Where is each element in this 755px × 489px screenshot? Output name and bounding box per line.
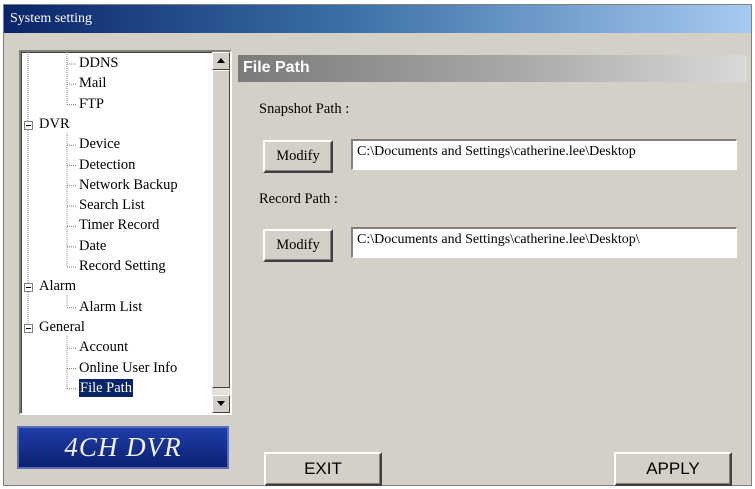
collapse-alarm-icon[interactable] <box>24 283 33 293</box>
system-setting-window: System setting DDNS Mail FTP DVR Device Detec… <box>3 4 752 486</box>
dvr-logo: 4CH DVR <box>17 426 229 469</box>
section-header: File Path <box>238 55 747 82</box>
tree-item-ddns[interactable]: DDNS <box>79 54 118 72</box>
record-modify-button[interactable]: Modify <box>263 229 333 262</box>
tree-item-alarm-list[interactable]: Alarm List <box>79 298 142 316</box>
snapshot-path-label: Snapshot Path : <box>259 101 350 117</box>
collapse-dvr-icon[interactable] <box>24 120 33 130</box>
tree-item-account[interactable]: Account <box>79 338 128 356</box>
collapse-general-icon[interactable] <box>24 323 33 333</box>
window-title: System setting <box>10 11 93 26</box>
tree-item-network-backup[interactable]: Network Backup <box>79 176 178 194</box>
apply-button[interactable]: APPLY <box>614 452 732 486</box>
record-modify-label: Modify <box>276 237 320 253</box>
scroll-up-button[interactable] <box>212 52 230 70</box>
section-title: File Path <box>243 59 310 76</box>
tree-item-dvr[interactable]: DVR <box>39 115 70 133</box>
tree-item-general[interactable]: General <box>39 318 85 336</box>
scroll-thumb[interactable] <box>212 70 230 388</box>
tree-item-mail[interactable]: Mail <box>79 74 106 92</box>
settings-tree[interactable]: DDNS Mail FTP DVR Device Detection Network Bac… <box>19 50 232 415</box>
tree-item-alarm[interactable]: Alarm <box>39 277 76 295</box>
snapshot-path-field[interactable]: C:\Documents and Settings\catherine.lee\… <box>351 139 737 170</box>
tree-item-device[interactable]: Device <box>79 135 120 153</box>
arrow-down-icon <box>217 401 225 406</box>
tree-item-online-user-info[interactable]: Online User Info <box>79 359 177 377</box>
tree-item-detection[interactable]: Detection <box>79 156 135 174</box>
tree-item-timer-record[interactable]: Timer Record <box>79 216 159 234</box>
tree-item-search-list[interactable]: Search List <box>79 196 145 214</box>
apply-label: APPLY <box>646 459 700 478</box>
tree-item-date[interactable]: Date <box>79 237 106 255</box>
record-path-label: Record Path : <box>259 191 338 207</box>
tree-scrollbar[interactable] <box>212 52 230 413</box>
title-bar[interactable]: System setting <box>4 5 751 33</box>
tree-item-record-setting[interactable]: Record Setting <box>79 257 166 275</box>
record-path-field[interactable]: C:\Documents and Settings\catherine.lee\… <box>351 227 737 258</box>
exit-label: EXIT <box>304 459 342 478</box>
snapshot-modify-button[interactable]: Modify <box>263 140 333 173</box>
exit-button[interactable]: EXIT <box>264 452 382 486</box>
arrow-up-icon <box>217 58 225 63</box>
snapshot-modify-label: Modify <box>276 148 320 164</box>
tree-item-ftp[interactable]: FTP <box>79 95 104 113</box>
scroll-down-button[interactable] <box>212 395 230 413</box>
logo-text: 4CH DVR <box>64 432 182 462</box>
tree-item-file-path[interactable]: File Path <box>79 378 133 397</box>
